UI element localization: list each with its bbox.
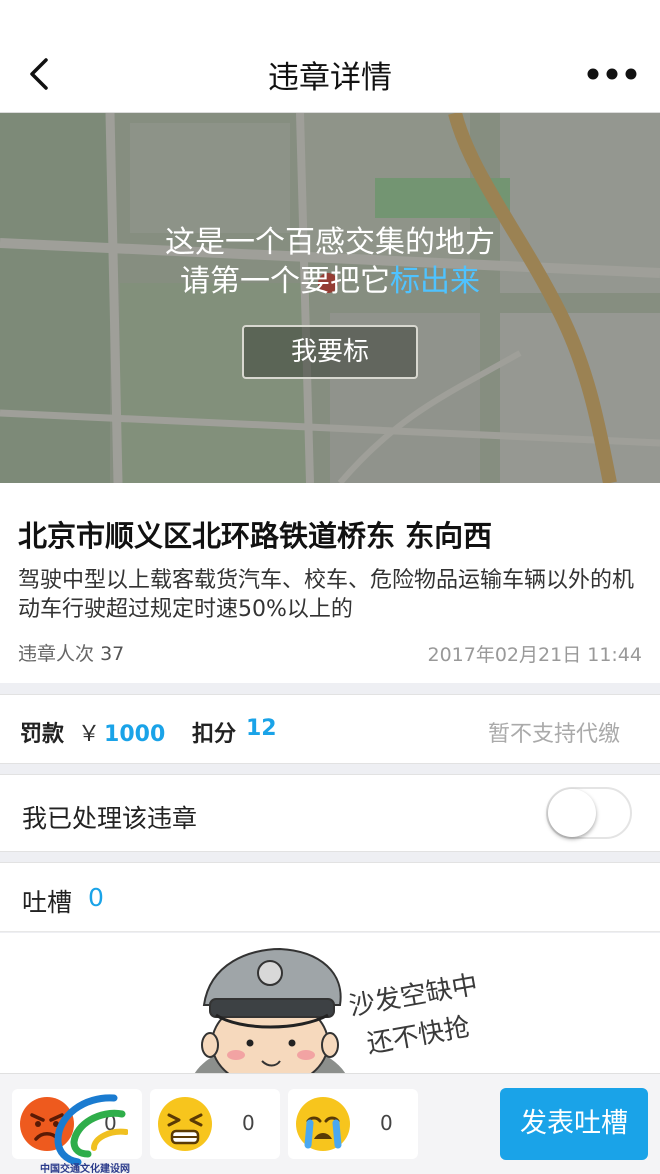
handled-row: 我已处理该违章: [0, 774, 660, 852]
reaction-crying-count: 0: [380, 1111, 393, 1135]
police-officer-illustration: [195, 947, 345, 1073]
points-label: 扣分: [192, 722, 237, 747]
toggle-knob: [548, 789, 596, 837]
crying-face-icon: [296, 1097, 350, 1151]
violation-datetime: 2017年02月21日 11:44: [427, 644, 642, 666]
currency-symbol: ￥: [78, 722, 101, 747]
reaction-grimace-button[interactable]: 0: [150, 1089, 280, 1159]
empty-comments-area: 沙发空缺中 还不快抢: [0, 933, 660, 1073]
violation-count: 违章人次 37: [18, 639, 124, 666]
handled-label: 我已处理该违章: [22, 804, 198, 833]
comments-count: 0: [88, 883, 104, 912]
comments-header: 吐槽 0: [0, 862, 660, 932]
comments-label: 吐槽: [22, 888, 73, 917]
proxy-payment-status: 暂不支持代缴: [487, 722, 620, 747]
penalty-row: 罚款 ￥ 1000 扣分 12 暂不支持代缴: [0, 694, 660, 764]
handled-toggle[interactable]: [546, 787, 632, 839]
violation-location: 北京市顺义区北环路铁道桥东 东向西: [18, 519, 493, 553]
map-prompt-line1: 这是一个百感交集的地方: [165, 225, 495, 260]
fine-amount-value: 1000: [104, 722, 166, 747]
map-prompt-prefix: 请第一个要把它: [180, 264, 390, 299]
more-dots-icon: [587, 68, 637, 80]
location-map[interactable]: 这是一个百感交集的地方 请第一个要把它标出来 我要标: [0, 113, 660, 483]
violation-description: 驾驶中型以上载客载货汽车、校车、危险物品运输车辆以外的机动车行驶超过规定时速50…: [18, 568, 635, 622]
map-prompt-highlight: 标出来: [390, 264, 480, 299]
watermark-text: 中国交通文化建设网: [40, 1164, 130, 1174]
violation-count-value: 37: [100, 643, 125, 665]
reaction-grimace-count: 0: [242, 1111, 255, 1135]
post-comment-button[interactable]: 发表吐槽: [500, 1088, 648, 1160]
fine-amount: ￥ 1000: [78, 716, 165, 748]
reaction-crying-button[interactable]: 0: [288, 1089, 418, 1159]
more-button[interactable]: [586, 62, 638, 86]
fine-label: 罚款: [20, 722, 65, 747]
points-value: 12: [246, 716, 277, 741]
nav-bar: 违章详情: [0, 0, 660, 113]
mark-location-button[interactable]: 我要标: [242, 325, 418, 379]
violation-count-label: 违章人次: [18, 643, 95, 665]
grimace-face-icon: [158, 1097, 212, 1151]
map-prompt-line2: 请第一个要把它标出来: [0, 256, 660, 300]
page-title: 违章详情: [268, 60, 392, 96]
violation-info-card: 北京市顺义区北环路铁道桥东 东向西 驾驶中型以上载客载货汽车、校车、危险物品运输…: [0, 483, 660, 683]
